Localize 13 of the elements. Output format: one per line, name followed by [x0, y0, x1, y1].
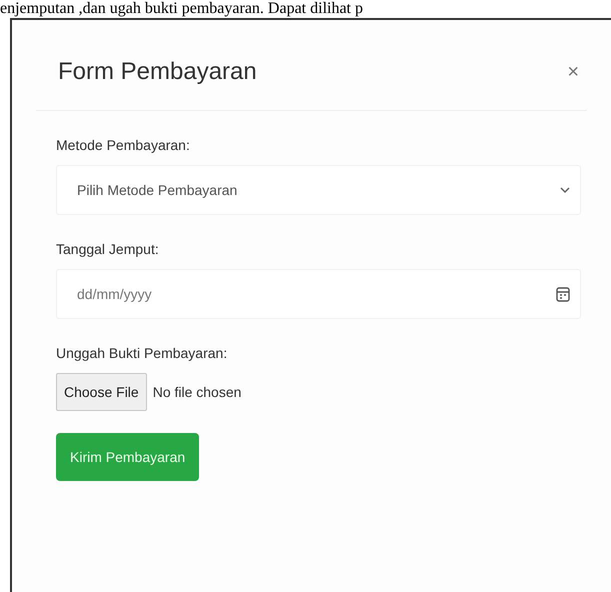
- field-label: Tanggal Jemput:: [56, 241, 160, 257]
- submit-button[interactable]: Kirim Pembayaran: [56, 433, 200, 481]
- field-label: Metode Pembayaran:: [56, 137, 191, 153]
- payment-method-select[interactable]: Pilih Metode Pembayaran: [56, 165, 581, 215]
- modal-title: Form Pembayaran: [58, 58, 257, 86]
- document-text: enjemputan ,dan ugah bukti pembayaran. Dapat dilihat p: [0, 0, 364, 18]
- calendar-icon[interactable]: [556, 286, 570, 302]
- close-button[interactable]: ×: [567, 60, 579, 84]
- field-label: Unggah Bukti Pembayaran:: [56, 345, 228, 361]
- date-input-field[interactable]: dd/mm/yyyy: [56, 269, 581, 319]
- chevron-down-icon: [560, 186, 570, 194]
- file-status: No file chosen: [152, 384, 242, 400]
- choose-file-button[interactable]: Choose File: [56, 373, 147, 411]
